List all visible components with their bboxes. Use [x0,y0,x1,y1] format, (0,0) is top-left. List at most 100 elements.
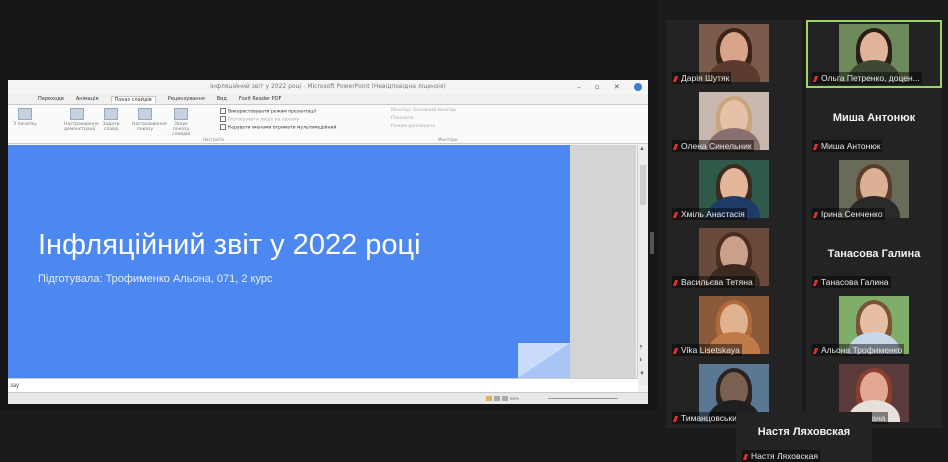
ribbon-button-hide-slide[interactable]: Задати слайд [98,108,124,132]
zoom-level[interactable]: 65% [510,396,519,401]
ribbon-button-rehearse[interactable]: Настроювання показу [132,108,167,132]
notes-placeholder: зау [10,383,20,389]
muted-mic-icon [812,75,819,82]
participant-name: Миша Антонюк [821,141,881,151]
participant-tile[interactable]: Ольга Петренко, доцен... [806,20,942,88]
participant-name-label: Миша Антонюк [812,140,883,152]
window-title: Інфляційний звіт у 2022 році - Microsoft… [210,83,446,90]
participant-name: Vika Lisetskaya [681,345,740,355]
slideshow-icon [18,108,32,120]
shared-screen: Інфляційний звіт у 2022 році - Microsoft… [0,0,658,410]
hide-slide-icon [104,108,118,120]
participant-name-label: Ольга Петренко, доцен... [812,72,922,84]
reading-view-icon[interactable] [502,396,508,402]
muted-mic-icon [812,279,819,286]
participant-name: Васильєва Тетяна [681,277,753,287]
ribbon-tab[interactable]: Вид [217,96,227,102]
record-icon [174,108,188,120]
slide-corner-decoration [518,343,570,378]
normal-view-icon[interactable] [486,396,492,402]
window-titlebar: Інфляційний звіт у 2022 році - Microsoft… [8,80,648,94]
monitor-select[interactable]: Монітор: Основний монітор [391,108,456,113]
powerpoint-window: Інфляційний звіт у 2022 році - Microsoft… [8,80,648,404]
participant-name: Настя Ляховская [751,451,818,461]
ribbon-button-label: Настроювання показу [132,122,167,132]
participant-tile[interactable]: Ірина Сенченко [806,156,942,224]
participant-tile[interactable]: Олена Синельник [666,88,802,156]
muted-mic-icon [672,211,679,218]
participant-name-label: Ірина Сенченко [812,208,885,220]
setup-icon [70,108,84,120]
ribbon-tab[interactable]: Показ слайдів [110,95,156,103]
panel-splitter-handle[interactable] [650,232,654,254]
participant-tile[interactable]: Хміль Анастасія [666,156,802,224]
participant-name-label: Альона Трофименко [812,344,905,356]
scroll-up-icon[interactable]: ▲ [639,146,645,152]
participant-tile[interactable]: Vika Lisetskaya [666,292,802,360]
group-label-monitors: Монітори [438,137,458,142]
participant-name-label: Васильєва Тетяна [672,276,755,288]
timer-icon [138,108,152,120]
participant-tile[interactable]: Дарія Шутяк [666,20,802,88]
ribbon-tab[interactable]: Переходи [38,96,64,102]
ribbon-tab[interactable]: Анімація [76,96,99,102]
participant-name-placeholder: Танасова Галина [827,248,921,260]
ribbon: З початку Настроювання демонстрації Зада… [8,105,648,144]
next-slide-icon[interactable]: ⯯ [639,357,643,364]
show-on-select[interactable]: Показати... [391,116,418,121]
participant-name-label: Хміль Анастасія [672,208,747,220]
muted-mic-icon [672,347,679,354]
ribbon-button-label: Задати слайд [102,122,120,132]
participant-name-label: Олена Синельник [672,140,754,152]
notes-pane[interactable]: зау [8,378,638,393]
participant-tile[interactable]: Васильєва Тетяна [666,224,802,292]
window-control-buttons[interactable]: – ▫ ✕ [577,83,626,91]
participant-name-label: Vika Lisetskaya [672,344,742,356]
ribbon-button-record[interactable]: Запис показу слайдів [168,108,194,137]
participant-name-placeholder: Миша Антонюк [832,112,916,124]
muted-mic-icon [672,143,679,150]
participant-name: Хміль Анастасія [681,209,745,219]
participant-name-label: Дарія Шутяк [672,72,732,84]
help-icon[interactable] [634,83,642,91]
prev-slide-icon[interactable]: ⯭ [639,345,643,352]
participant-name: Олена Синельник [681,141,752,151]
participant-gallery: Дарія Шутяк Ольга Петренко, доцен... Олена… [662,0,948,462]
ribbon-tabs: Переходи Анімація Показ слайдів Рецензуванн… [8,94,648,105]
checkbox-presenter-mode[interactable]: Використовувати режим презентації [220,108,316,115]
checkbox-label: Розташувати лише на одному [228,117,300,123]
participant-name: Ірина Сенченко [821,209,883,219]
checkbox-label: Використовувати режим презентації [228,109,316,115]
slide-editing-area: Інфляційний звіт у 2022 році Підготувала… [8,145,636,378]
window-controls[interactable]: – ▫ ✕ [577,80,642,94]
ribbon-tab[interactable]: Foxit Reader PDF [239,96,282,102]
participant-name-placeholder: Настя Ляховская [757,426,851,438]
checkbox-one-monitor[interactable]: Розташувати лише на одному [220,116,299,123]
participant-tile[interactable]: Миша Антонюк Миша Антонюк [806,88,942,156]
slide-title[interactable]: Інфляційний звіт у 2022 році [38,229,421,262]
group-label-setup: Настроїти [203,137,225,142]
zoom-slider[interactable] [548,398,618,399]
participant-tile[interactable]: Альона Трофименко [806,292,942,360]
participant-tile[interactable]: Настя Ляховская Настя Ляховская [736,412,872,462]
ribbon-button-setup[interactable]: Настроювання демонстрації [64,108,99,132]
ribbon-button-from-start[interactable]: З початку [12,108,38,127]
view-buttons[interactable]: 65% [486,396,519,402]
scroll-down-icon[interactable]: ▼ [639,371,645,377]
vertical-scrollbar[interactable]: ▲ ⯭ ⯯ ▼ [637,145,648,385]
ribbon-button-label: Запис показу слайдів [171,122,191,137]
sorter-view-icon[interactable] [494,396,500,402]
presenter-view-checkbox[interactable]: Режим доповідача [391,124,435,129]
participant-name-label: Танасова Галина [812,276,891,288]
scroll-thumb[interactable] [640,165,646,205]
participant-tile[interactable]: Танасова Галина Танасова Галина [806,224,942,292]
ribbon-tab[interactable]: Рецензування [168,96,205,102]
muted-mic-icon [672,415,679,422]
checkbox-media-controls[interactable]: Керувати іменами отримати мультимедійний [220,124,336,131]
slide-subtitle[interactable]: Підготувала: Трофименко Альона, 071, 2 к… [38,273,272,285]
muted-mic-icon [672,75,679,82]
current-slide[interactable]: Інфляційний звіт у 2022 році Підготувала… [8,145,570,378]
checkbox-label: Керувати іменами отримати мультимедійний [228,125,337,131]
participant-name: Дарія Шутяк [681,73,730,83]
participant-name: Альона Трофименко [821,345,903,355]
